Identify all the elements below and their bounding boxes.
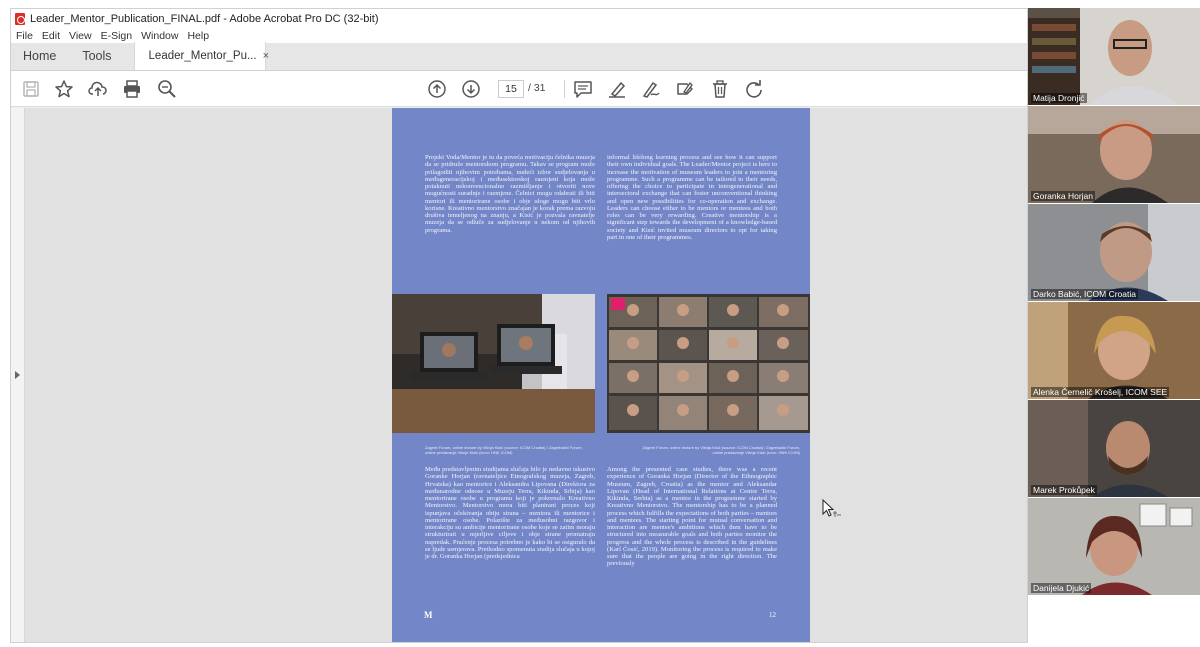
participant-name: Darko Babić, ICOM Croatia [1031,289,1138,299]
tab-tools[interactable]: Tools [70,49,125,70]
caption-left: Zagreb Forum, online lecture by Višnja K… [425,445,583,455]
menu-help[interactable]: Help [187,30,209,42]
screen: Leader_Mentor_Publication_FINAL.pdf - Ad… [0,0,1200,647]
text-top-left: Projekt Voda/Mentor je tu da poveća moti… [425,154,595,234]
caption-right: Zagreb Forum, online lecture by Višnja K… [642,445,800,455]
mouse-cursor-icon [822,499,841,517]
page-up-icon[interactable] [427,79,447,99]
participant-tile[interactable]: Darko Babić, ICOM Croatia [1028,204,1200,301]
participant-name: Matija Dronjić [1031,93,1087,103]
rotate-icon[interactable] [744,79,764,99]
left-panel-rail[interactable] [11,108,25,642]
participant-tile[interactable]: Goranka Horjan [1028,106,1200,203]
close-icon[interactable]: × [263,50,269,62]
pdf-app-icon [15,12,25,25]
comment-icon[interactable] [573,79,593,99]
menu-esign[interactable]: E-Sign [101,30,133,42]
page-down-icon[interactable] [461,79,481,99]
highlight-icon[interactable] [607,79,627,99]
page-logo: M [424,610,433,620]
watermark-logo: M [1158,600,1183,631]
print-icon[interactable] [122,79,142,99]
title-bar: Leader_Mentor_Publication_FINAL.pdf - Ad… [11,9,1027,28]
text-top-right: informal lifelong learning process and s… [607,154,777,241]
photo-laptops [392,294,595,433]
menu-edit[interactable]: Edit [42,30,60,42]
participant-tile[interactable]: Danijela Djukić [1028,498,1200,595]
edit-icon[interactable] [675,79,695,99]
page-number-input[interactable]: 15 [498,80,524,98]
participant-tile[interactable]: Marek Prokůpek [1028,400,1200,497]
page-total: / 31 [528,82,546,94]
acrobat-window: Leader_Mentor_Publication_FINAL.pdf - Ad… [10,8,1028,643]
menu-window[interactable]: Window [141,30,178,42]
participant-name: Danijela Djukić [1031,583,1092,593]
tab-bar: Home Tools Leader_Mentor_Pu... × [11,42,1027,71]
tab-document[interactable]: Leader_Mentor_Pu... × [133,42,269,70]
save-icon[interactable] [21,79,41,99]
participant-name: Marek Prokůpek [1031,485,1097,495]
menu-file[interactable]: File [16,30,33,42]
sign-icon[interactable] [641,79,661,99]
upload-icon[interactable] [88,79,108,99]
expand-panel-icon[interactable] [15,371,20,379]
toolbar-separator [564,80,565,98]
text-bottom-right: Among the presented case studies, there … [607,466,777,568]
participant-name: Goranka Horjan [1031,191,1096,201]
zoom-search-icon[interactable] [157,79,177,99]
tab-document-label: Leader_Mentor_Pu... [148,50,257,62]
menu-view[interactable]: View [69,30,92,42]
pdf-page: Projekt Voda/Mentor je tu da poveća moti… [392,108,810,642]
menu-bar: File Edit View E-Sign Window Help [11,28,1027,43]
participant-tile[interactable]: Alenka Černelič Krošelj, ICOM SEE [1028,302,1200,399]
text-bottom-left: Među predstavljenim studijama slučaja bi… [425,466,595,560]
page-number: 12 [769,611,776,619]
document-viewer[interactable]: Projekt Voda/Mentor je tu da poveća moti… [11,108,1027,642]
photo-video-call-grid [607,294,810,433]
tab-home[interactable]: Home [11,49,70,70]
window-title: Leader_Mentor_Publication_FINAL.pdf - Ad… [30,12,379,25]
star-icon[interactable] [54,79,74,99]
toolbar: 15 / 31 [11,71,1027,107]
participant-name: Alenka Černelič Krošelj, ICOM SEE [1031,387,1170,397]
participant-tile[interactable]: Matija Dronjić [1028,8,1200,105]
delete-icon[interactable] [710,79,730,99]
